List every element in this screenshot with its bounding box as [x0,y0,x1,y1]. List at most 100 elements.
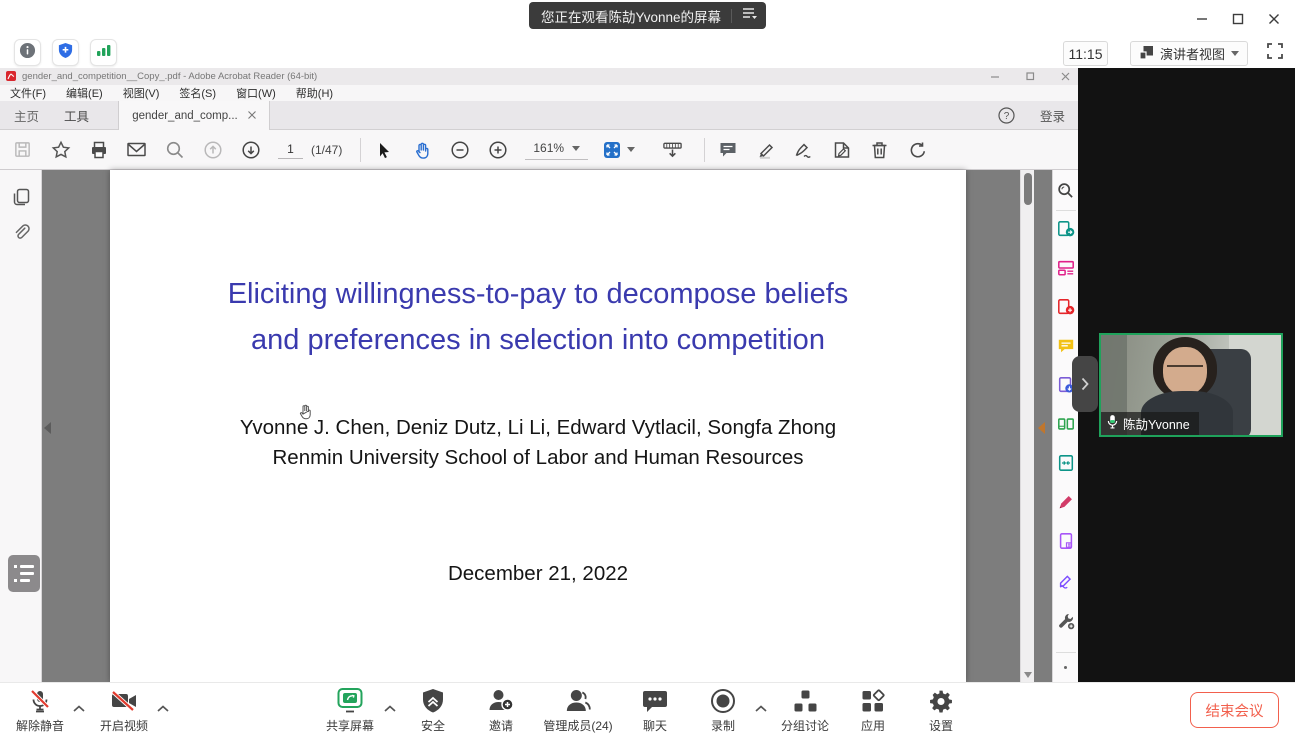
unmute-button[interactable]: 解除静音 [16,688,64,734]
share-screen-button[interactable]: 共享屏幕 [326,688,374,734]
record-icon [710,688,736,714]
hand-tool-button[interactable] [411,139,432,160]
acrobat-app-icon [6,68,16,86]
right-panel-collapse-icon[interactable] [1038,422,1045,434]
email-button[interactable] [126,139,147,160]
more-tools-icon[interactable] [1057,612,1075,630]
compress-pdf-icon[interactable] [1057,454,1075,472]
video-options-chevron[interactable] [157,699,169,717]
stamp-tool-button[interactable] [831,139,852,160]
share-screen-icon [335,688,365,714]
page-thumbnails-icon[interactable] [11,187,31,212]
minimize-button[interactable] [1191,8,1213,30]
chat-button[interactable]: 聊天 [642,688,668,734]
apps-button[interactable]: 应用 [861,688,886,734]
hand-cursor-icon [298,403,313,425]
fullscreen-button[interactable] [1263,41,1287,65]
zoom-level-value: 161% [533,141,564,155]
search-tools-icon[interactable] [1057,182,1075,200]
tab-document[interactable]: gender_and_comp... [118,101,270,130]
page-thumbnails-overlay-button[interactable] [8,555,40,592]
members-icon [565,688,592,714]
scrollbar-down-arrow[interactable] [1024,672,1032,678]
zoom-caret-icon [572,146,580,151]
security-button[interactable]: 安全 [421,688,445,734]
document-scrollbar[interactable] [1020,170,1034,682]
invite-person-icon [488,688,515,714]
record-options-chevron[interactable] [755,699,767,717]
apps-icon [861,688,886,714]
menu-sign[interactable]: 签名(S) [179,85,216,101]
fit-page-button[interactable] [602,139,635,160]
menu-window[interactable]: 窗口(W) [236,85,276,101]
tab-home[interactable]: 主页 [14,101,39,130]
page-number-input[interactable] [278,141,303,159]
sign-in-button[interactable]: 登录 [1040,101,1065,130]
maximize-button[interactable] [1227,8,1249,30]
end-meeting-button[interactable]: 结束会议 [1190,692,1279,728]
meeting-security-button[interactable] [52,39,79,66]
scrollbar-thumb[interactable] [1024,173,1032,205]
close-button[interactable] [1263,8,1285,30]
fit-page-caret-icon [627,147,635,152]
tab-close-icon[interactable] [248,110,256,122]
left-panel-collapse-icon[interactable] [44,422,51,434]
settings-button[interactable]: 设置 [929,688,954,734]
banner-menu-icon[interactable] [742,6,758,25]
menu-file[interactable]: 文件(F) [10,85,46,101]
audio-options-chevron[interactable] [73,699,85,717]
participant-nametag: 陈劼Yvonne [1101,412,1199,435]
fullscreen-icon [1266,42,1284,65]
next-page-button[interactable] [240,139,261,160]
slide-date: December 21, 2022 [110,562,966,586]
breakout-rooms-button[interactable]: 分组讨论 [781,688,829,734]
acrobat-restore-button[interactable] [1026,68,1035,86]
previous-page-button[interactable] [202,139,223,160]
delete-pages-button[interactable] [869,139,890,160]
comment-tool-button[interactable] [717,139,738,160]
organize-pages-icon[interactable] [1057,415,1075,433]
comment-panel-icon[interactable] [1057,337,1075,355]
edit-pdf-icon[interactable] [1057,259,1075,277]
highlight-tool-button[interactable] [755,139,776,160]
find-button[interactable] [164,139,185,160]
acrobat-minimize-button[interactable] [991,68,1000,86]
attachments-icon[interactable] [11,223,31,248]
certificates-icon[interactable] [1057,571,1075,589]
acrobat-close-button[interactable] [1061,68,1070,86]
record-button[interactable]: 录制 [710,688,736,734]
view-mode-button[interactable]: 演讲者视图 [1130,41,1248,66]
invite-button[interactable]: 邀请 [488,688,515,734]
menu-help[interactable]: 帮助(H) [296,85,333,101]
meeting-info-button[interactable] [14,39,41,66]
share-options-chevron[interactable] [384,699,396,717]
unmute-label: 解除静音 [16,717,64,734]
start-video-button[interactable]: 开启视频 [100,688,148,734]
meeting-controlbar: 11:15 演讲者视图 [0,36,1295,68]
network-quality-button[interactable] [90,39,117,66]
menu-edit[interactable]: 编辑(E) [66,85,103,101]
toolbar-divider [360,138,361,162]
slide-affiliation: Renmin University School of Labor and Hu… [110,446,966,470]
help-button[interactable]: ? [998,107,1015,129]
participant-video[interactable]: 陈劼Yvonne [1099,333,1283,437]
meeting-topbar: 您正在观看陈劼Yvonne的屏幕 [0,0,1295,36]
star-button[interactable] [50,139,71,160]
menu-view[interactable]: 视图(V) [123,85,160,101]
export-pdf-icon[interactable] [1057,220,1075,238]
page-display-button[interactable] [662,139,683,160]
tab-tools[interactable]: 工具 [64,101,89,130]
fill-sign-tool-button[interactable] [793,139,814,160]
rotate-pages-button[interactable] [907,139,928,160]
print-button[interactable] [88,139,109,160]
fill-and-sign-icon[interactable] [1057,493,1075,511]
video-panel-collapse-tab[interactable] [1072,356,1098,412]
zoom-level-control[interactable]: 161% [525,139,588,160]
select-tool-button[interactable] [373,139,394,160]
zoom-out-button[interactable] [449,139,470,160]
protect-pdf-icon[interactable] [1057,532,1075,550]
zoom-in-button[interactable] [487,139,508,160]
create-pdf-icon[interactable] [1057,298,1075,316]
save-button[interactable] [12,139,33,160]
manage-members-button[interactable]: 管理成员(24) [543,688,612,734]
